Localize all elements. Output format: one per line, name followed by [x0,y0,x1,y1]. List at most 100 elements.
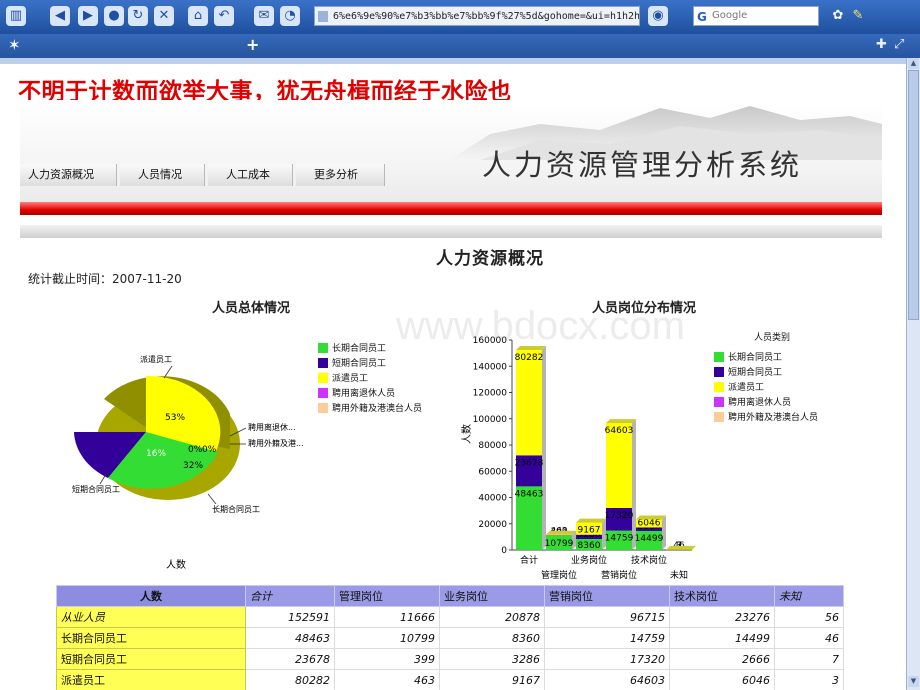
bar-value-label: 80282 [515,353,544,363]
pie-xlabel: 人数 [166,560,186,571]
bar-value-label: 9167 [578,526,601,536]
search-input[interactable]: Google [693,6,819,26]
bar-value-label: 14499 [635,534,664,544]
pie-callout-long: 长期合同员工 [212,504,260,514]
table-cell: 46 [774,627,844,649]
star-icon[interactable]: ✶ [8,36,21,54]
refresh-icon[interactable]: ↻ [128,6,148,26]
x-tick-label: 技术岗位 [631,554,667,566]
table-cell: 3 [774,669,844,690]
column-header[interactable]: 管理岗位 [334,585,440,607]
column-header[interactable]: 技术岗位 [669,585,775,607]
close-icon[interactable]: ✕ [154,6,174,26]
legend-item: 短期合同员工 [714,364,818,379]
nav-more-analysis[interactable]: 更多分析 [296,164,385,186]
pie-label-long: 32% [183,461,203,471]
header-banner: 人力资源管理分析系统 [20,100,882,238]
table-row: 派遣员工 80282 463 9167 64603 6046 3 [56,669,844,690]
table-cell: 56 [774,606,844,628]
stat-date-line: 统计截止时间：2007-11-20 [28,270,182,287]
main-nav: 人力资源概况 人员情况 人工成本 更多分析 [20,164,388,186]
expand-icon[interactable]: ⤢ [894,37,904,52]
vertical-scrollbar[interactable]: ▲ ▼ [906,58,920,690]
bar-value-label: 8360 [578,541,601,551]
row-label: 派遣员工 [56,669,246,690]
stop-icon[interactable]: ● [104,6,124,26]
bar-chart: 0 20000 40000 60000 80000 100000 120000 140000 1… [460,336,696,581]
data-table: 人数 合计 管理岗位 业务岗位 营销岗位 技术岗位 未知 从业人员 152591 1… [56,585,844,690]
pen-icon[interactable]: ✎ [848,6,868,26]
legend-item: 聘用外籍及港澳台人员 [318,400,422,415]
scroll-down-icon[interactable]: ▼ [908,676,919,687]
table-cell: 23678 [245,648,335,670]
pie-chart-title: 人员总体情况 [212,301,291,316]
pie-callout-dispatch: 派遣员工 [140,354,172,364]
bar-value-label: 17320 [605,511,634,521]
address-bar[interactable]: 6%e6%9e%90%e7%b3%bb%e7%bb%9f%27%5d&gohom… [314,6,640,26]
table-cell: 11666 [334,606,440,628]
scroll-up-icon[interactable]: ▲ [908,58,919,69]
browser-toolbar: ▥ ◀ ▶ ● ↻ ✕ ⌂ ↶ ✉ ◔ 6%e6%9e%90%e7%b3%bb%… [0,0,920,34]
legend-item: 聘用离退休人员 [714,394,818,409]
nav-labor-cost[interactable]: 人工成本 [208,164,293,186]
legend-item: 派遣员工 [318,370,422,385]
table-cell: 23276 [669,606,775,628]
legend-item: 长期合同员工 [714,349,818,364]
row-label: 长期合同员工 [56,627,246,649]
table-cell: 64603 [544,669,670,690]
stat-date-label: 统计截止时间： [28,272,113,286]
bar-value-label: 48463 [515,489,544,499]
y-tick-label: 80000 [478,441,507,451]
table-cell: 7 [774,648,844,670]
legend-item: 派遣员工 [714,379,818,394]
pie-label-retired: 0% [188,445,203,455]
bar-top [546,530,576,535]
pie-legend: 长期合同员工 短期合同员工 派遣员工 聘用离退休人员 聘用外籍及港澳台人员 [318,340,422,415]
table-cell: 152591 [245,606,335,628]
column-header[interactable]: 营销岗位 [544,585,670,607]
back-icon[interactable]: ◀ [50,6,70,26]
column-header[interactable]: 业务岗位 [439,585,545,607]
bar-top [636,515,666,520]
table-corner: 人数 [56,585,246,607]
home-icon[interactable]: ⌂ [188,6,208,26]
nav-overview[interactable]: 人力资源概况 [20,164,117,186]
bar-value-label: 14759 [605,534,634,544]
x-tick-label: 合计 [520,554,538,566]
nav-personnel[interactable]: 人员情况 [120,164,205,186]
table-cell: 463 [334,669,440,690]
row-label: 短期合同员工 [56,648,246,670]
forward-icon[interactable]: ▶ [78,6,98,26]
y-tick-label: 120000 [473,389,508,399]
row-label: 从业人员 [56,606,246,628]
new-tab-icon[interactable]: + [246,35,259,54]
legend-item: 聘用离退休人员 [318,385,422,400]
mail-icon[interactable]: ✉ [254,6,274,26]
bar-top [606,419,636,424]
nav-background [20,225,882,238]
paw-icon[interactable]: ✿ [828,6,848,26]
column-header[interactable]: 合计 [245,585,335,607]
table-cell: 9167 [439,669,545,690]
wrench-icon[interactable]: ✚ [876,37,887,52]
x-tick-label: 未知 [670,569,688,581]
y-tick-label: 0 [501,546,507,556]
undo-icon[interactable]: ↶ [214,6,234,26]
bar-segment [516,349,542,456]
go-icon[interactable]: ◉ [648,6,668,26]
table-cell: 17320 [544,648,670,670]
y-axis-label: 人数 [460,424,473,444]
y-tick-label: 20000 [478,520,507,530]
bar-legend-title: 人员类别 [754,333,791,343]
table-cell: 3286 [439,648,545,670]
bookmark-icon[interactable]: ▥ [6,6,26,26]
pie-callout-retired: 聘用离退休... [248,422,296,432]
column-header[interactable]: 未知 [774,585,844,607]
bar-side [542,451,546,487]
scroll-thumb[interactable] [908,70,919,320]
pie-callout-short: 短期合同员工 [72,484,120,494]
header-red-band [20,202,882,215]
history-icon[interactable]: ◔ [280,6,300,26]
bar-value-label: 10799 [545,539,574,549]
y-tick-label: 140000 [473,362,508,372]
